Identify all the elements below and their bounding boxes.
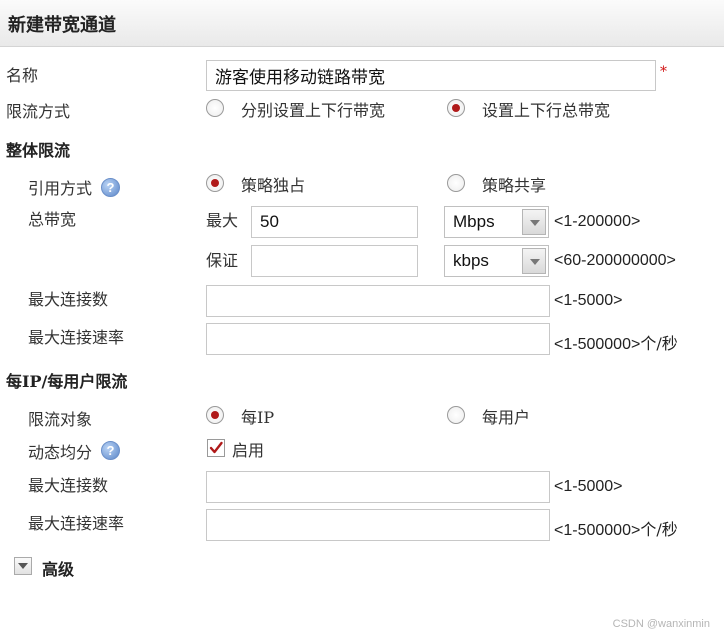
radio-separate-up-down[interactable] [206, 99, 224, 117]
overall-max-conn-rate-range: <1-500000>个/秒 [554, 330, 678, 354]
overall-max-conn-rate-unit: 个/秒 [640, 334, 678, 353]
guarantee-bandwidth-unit-value: kbps [453, 251, 489, 270]
radio-per-ip[interactable] [206, 406, 224, 424]
advanced-expand-icon[interactable] [14, 557, 32, 575]
overall-max-connections-range: <1-5000> [554, 292, 623, 309]
guarantee-bandwidth-label: 保证 [206, 251, 239, 270]
help-icon[interactable]: ? [101, 441, 120, 460]
radio-policy-exclusive-label: 策略独占 [241, 176, 306, 195]
overall-max-connections-input[interactable] [206, 285, 550, 317]
limit-mode-label: 限流方式 [6, 102, 71, 121]
chevron-down-icon[interactable] [522, 248, 546, 274]
limit-target-label: 限流对象 [28, 410, 93, 429]
per-ip-max-connections-label: 最大连接数 [28, 476, 109, 495]
dynamic-share-label: 动态均分 [28, 443, 93, 462]
per-ip-max-conn-rate-range: <1-500000>个/秒 [554, 516, 678, 540]
max-bandwidth-unit-select[interactable]: Mbps [444, 206, 549, 238]
per-ip-max-conn-rate-label: 最大连接速率 [28, 514, 125, 533]
required-mark: * [660, 64, 667, 80]
help-icon[interactable]: ? [101, 178, 120, 197]
per-ip-max-conn-rate-range-value: <1-500000> [554, 522, 641, 539]
radio-per-user-label: 每用户 [482, 408, 531, 427]
name-label: 名称 [6, 66, 39, 85]
section-overall-limit: 整体限流 [6, 141, 71, 160]
watermark: CSDN @wanxinmin [612, 618, 710, 630]
dynamic-share-enable-label: 启用 [232, 441, 265, 460]
per-ip-max-connections-input[interactable] [206, 471, 550, 503]
dialog-title-bar: 新建带宽通道 [0, 0, 724, 47]
advanced-toggle-label[interactable]: 高级 [42, 556, 74, 580]
guarantee-bandwidth-range: <60-200000000> [554, 252, 676, 269]
max-bandwidth-input[interactable] [251, 206, 418, 238]
overall-max-conn-rate-range-value: <1-500000> [554, 336, 641, 353]
radio-policy-exclusive[interactable] [206, 174, 224, 192]
radio-per-user[interactable] [447, 406, 465, 424]
checkmark-icon [209, 441, 223, 454]
dynamic-share-checkbox[interactable] [207, 439, 225, 457]
per-ip-max-conn-rate-unit: 个/秒 [640, 520, 678, 539]
overall-max-conn-rate-input[interactable] [206, 323, 550, 355]
radio-total-bandwidth[interactable] [447, 99, 465, 117]
dialog-title: 新建带宽通道 [8, 15, 116, 36]
radio-policy-shared-label: 策略共享 [482, 176, 547, 195]
reference-mode-label: 引用方式 [28, 179, 93, 198]
section-per-ip-limit: 每IP/每用户限流 [6, 372, 128, 391]
overall-max-connections-label: 最大连接数 [28, 290, 109, 309]
radio-total-bandwidth-label: 设置上下行总带宽 [482, 101, 611, 120]
radio-per-ip-label: 每IP [241, 408, 275, 427]
chevron-down-icon[interactable] [522, 209, 546, 235]
max-bandwidth-unit-value: Mbps [453, 212, 495, 231]
guarantee-bandwidth-input[interactable] [251, 245, 418, 277]
radio-separate-up-down-label: 分别设置上下行带宽 [241, 101, 386, 120]
radio-policy-shared[interactable] [447, 174, 465, 192]
per-ip-max-conn-rate-input[interactable] [206, 509, 550, 541]
max-bandwidth-label: 最大 [206, 211, 239, 230]
per-ip-max-connections-range: <1-5000> [554, 478, 623, 495]
overall-max-conn-rate-label: 最大连接速率 [28, 328, 125, 347]
guarantee-bandwidth-unit-select[interactable]: kbps [444, 245, 549, 277]
max-bandwidth-range: <1-200000> [554, 213, 641, 230]
name-input[interactable] [206, 60, 656, 91]
total-bandwidth-label: 总带宽 [28, 210, 77, 229]
